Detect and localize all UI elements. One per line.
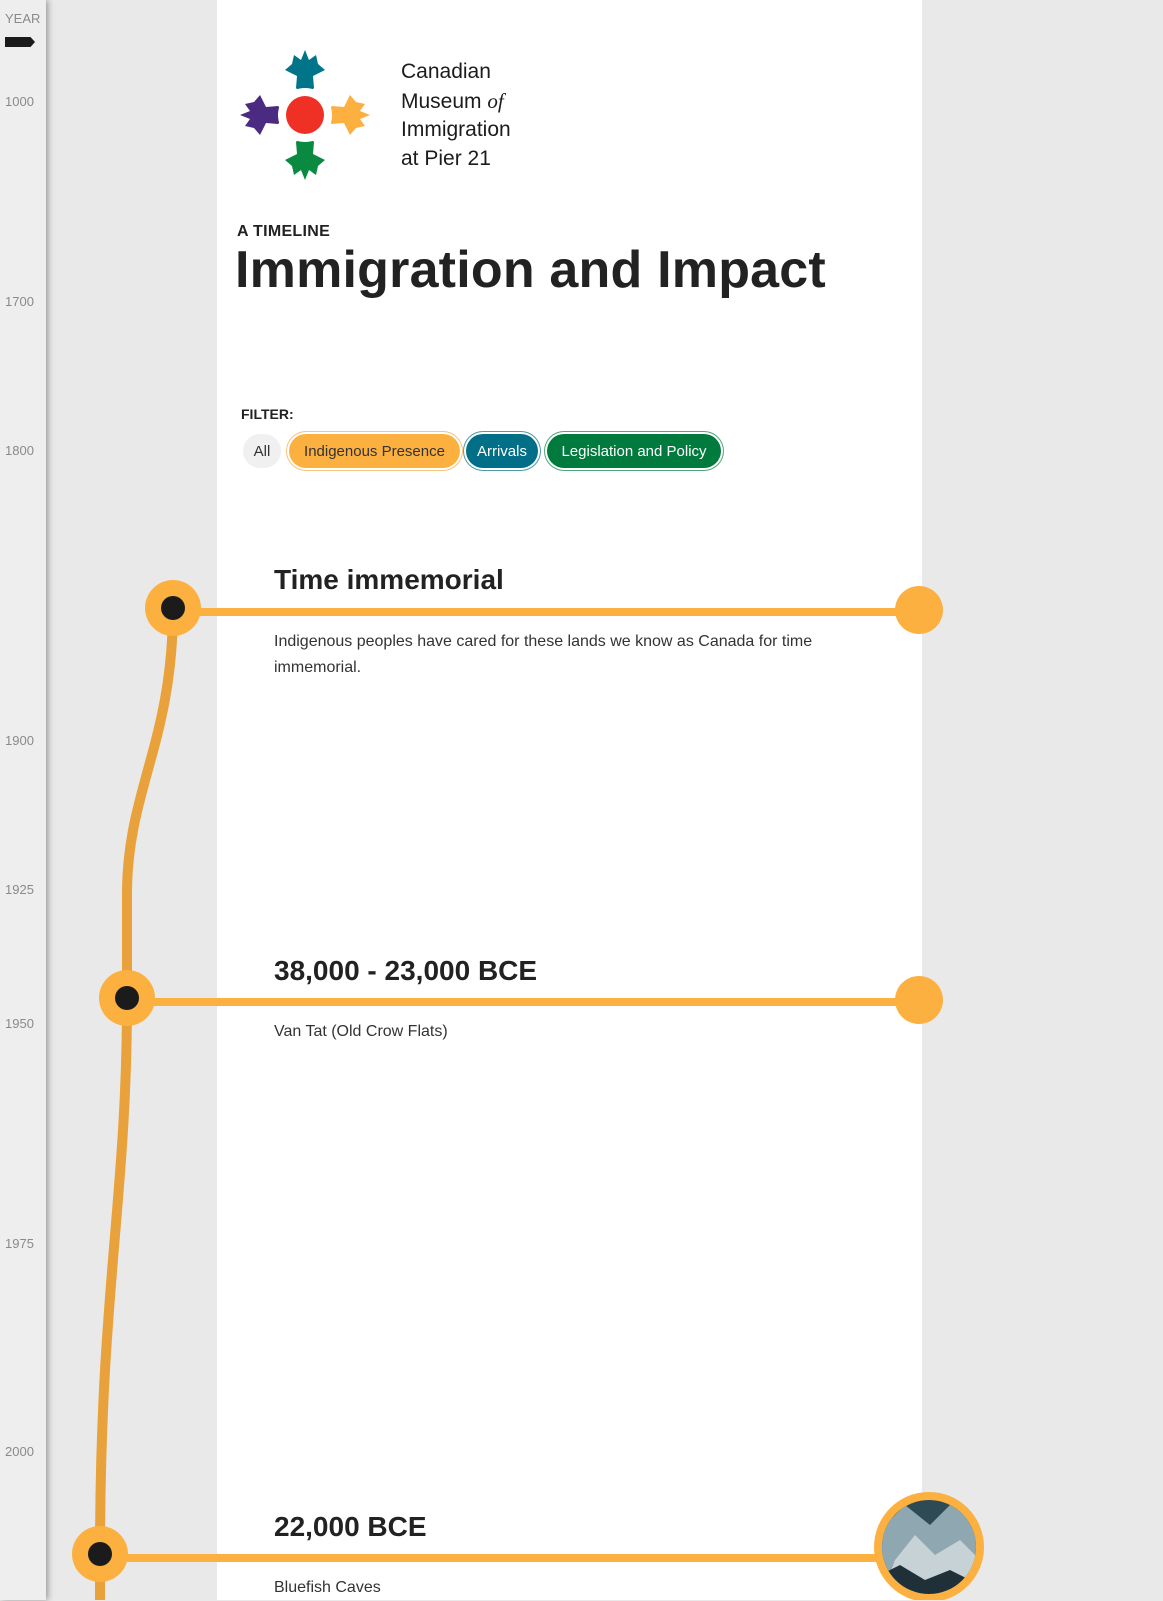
event-end-dot — [895, 586, 943, 634]
event-title: Time immemorial — [274, 564, 504, 595]
logo-line-em: of — [487, 88, 504, 113]
event-title: 38,000 - 23,000 BCE — [274, 955, 538, 986]
page-kicker: A TIMELINE — [237, 223, 331, 240]
year-tick[interactable]: 1700 — [5, 294, 34, 309]
year-tick[interactable]: 2000 — [5, 1444, 34, 1459]
event-description: Bluefish Caves — [274, 1579, 381, 1596]
event-title: 22,000 BCE — [274, 1511, 427, 1542]
filter-all-button[interactable]: All — [243, 434, 281, 468]
timeline-track — [95, 603, 178, 1600]
filter-legislation-policy-button[interactable]: Legislation and Policy — [547, 434, 721, 468]
year-position-marker[interactable] — [5, 37, 35, 47]
logo-line-part: Museum — [401, 89, 488, 113]
year-tick[interactable]: 1925 — [5, 882, 34, 897]
event-node-dot — [161, 596, 185, 620]
logo-line: Museum of — [401, 87, 511, 117]
filter-arrivals-button[interactable]: Arrivals — [466, 434, 538, 468]
event-description: Van Tat (Old Crow Flats) — [274, 1023, 448, 1040]
event-description: Indigenous peoples have cared for these … — [274, 633, 813, 676]
museum-logo-wordmark: Canadian Museum of Immigration at Pier 2… — [401, 58, 511, 173]
year-rail-header: YEAR — [5, 11, 41, 26]
year-scrubber[interactable]: YEAR 1000 1700 1800 1900 1925 1950 1975 … — [0, 0, 46, 1600]
logo-line: Canadian — [401, 60, 491, 83]
event-node-dot — [88, 1542, 112, 1566]
event-end-dot — [895, 976, 943, 1024]
year-tick[interactable]: 1900 — [5, 733, 34, 748]
filter-indigenous-presence-button[interactable]: Indigenous Presence — [289, 434, 460, 468]
event-node-dot — [115, 986, 139, 1010]
year-tick[interactable]: 1000 — [5, 94, 34, 109]
filter-label: FILTER: — [241, 406, 294, 422]
logo-line: at Pier 21 — [401, 146, 491, 170]
page-title: Immigration and Impact — [235, 241, 826, 299]
year-tick[interactable]: 1950 — [5, 1016, 34, 1031]
logo-line: Immigration — [401, 118, 511, 141]
year-tick[interactable]: 1800 — [5, 443, 34, 458]
museum-logo-icon — [240, 50, 370, 180]
year-tick[interactable]: 1975 — [5, 1236, 34, 1251]
